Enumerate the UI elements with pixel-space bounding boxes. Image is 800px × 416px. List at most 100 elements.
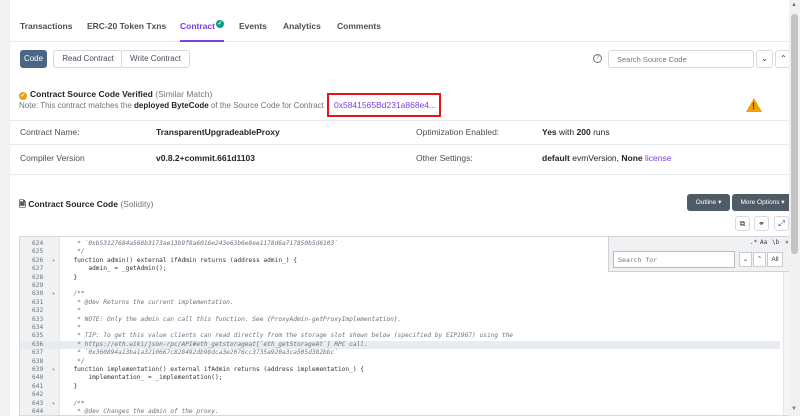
line-number: 627 <box>32 265 44 273</box>
compiler-value: v0.8.2+commit.661d1103 <box>156 153 255 163</box>
search-source-input[interactable] <box>608 50 754 68</box>
tab-events[interactable]: Events <box>239 12 267 42</box>
fold-toggle-icon[interactable]: ▾ <box>52 400 55 408</box>
contract-name-value: TransparentUpgradeableProxy <box>156 127 280 137</box>
license-link[interactable]: license <box>645 153 671 163</box>
code-text: /** <box>66 290 85 298</box>
code-line: 632 * <box>20 307 780 315</box>
find-panel: .* Aa \b × ⌄ ⌃ All <box>608 236 794 272</box>
code-line: 642 <box>20 391 780 399</box>
source-subtitle: (Solidity) <box>120 199 154 209</box>
line-number: 642 <box>32 391 44 399</box>
code-line: 633 * NOTE: Only the admin can call this… <box>20 316 780 324</box>
line-number: 624 <box>32 240 44 247</box>
divider <box>10 120 796 121</box>
more-options-label: More Options <box>740 199 780 206</box>
code-button[interactable]: Code <box>20 50 47 68</box>
line-number: 634 <box>32 324 44 331</box>
page-scrollbar[interactable]: ▲ ▼ <box>789 0 800 416</box>
fullscreen-icon[interactable]: ⤢ <box>774 216 789 231</box>
tab-comments[interactable]: Comments <box>337 12 381 42</box>
copy-icon[interactable]: ⧉ <box>735 216 750 231</box>
tab-contract[interactable]: Contract ✓ <box>180 12 224 42</box>
other-default: default <box>542 153 570 163</box>
line-number: 625 <box>32 248 44 256</box>
chevron-down-icon[interactable]: ⌄ <box>756 50 773 68</box>
warning-icon[interactable]: ! <box>746 98 762 112</box>
optimization-runs-word: runs <box>593 127 610 137</box>
code-text: * TIP: To get this value clients can rea… <box>66 332 514 340</box>
word-toggle[interactable]: \b <box>772 239 779 246</box>
code-line: 637 * `0x360894a13ba1a3210667c828492db98… <box>20 349 780 357</box>
more-options-button[interactable]: More Options ▾ <box>732 194 793 211</box>
tab-transactions[interactable]: Transactions <box>20 12 72 42</box>
scroll-thumb[interactable] <box>791 14 798 254</box>
find-input[interactable] <box>613 251 735 268</box>
contract-name-label: Contract Name: <box>20 127 80 137</box>
code-line: 638 */ <box>20 358 780 366</box>
fold-toggle-icon[interactable]: ▾ <box>52 290 55 298</box>
find-next-icon[interactable]: ⌄ <box>739 252 752 267</box>
line-number: 641 <box>32 382 44 390</box>
optimization-value: Yes with 200 runs <box>542 127 610 137</box>
code-line: 630 ▾ /** <box>20 290 780 298</box>
line-number: 626 <box>32 256 44 264</box>
outline-label: Outline <box>695 199 717 206</box>
line-number: 631 <box>32 298 44 306</box>
tab-contract-label: Contract <box>180 21 215 31</box>
regex-toggle[interactable]: .* <box>750 239 757 246</box>
code-text: * @dev Returns the current implementatio… <box>66 298 234 306</box>
source-code-heading: 🗎 Contract Source Code (Solidity) <box>19 199 153 213</box>
outline-button[interactable]: Outline ▾ <box>687 194 730 211</box>
other-evm: evmVersion, <box>572 153 620 163</box>
other-settings-label: Other Settings: <box>416 153 473 163</box>
code-line: 644 * @dev Changes the admin of the prox… <box>20 408 780 415</box>
fold-toggle-icon[interactable]: ▾ <box>52 257 55 265</box>
code-text: implementation_ = _implementation(); <box>66 374 223 382</box>
compiler-label: Compiler Version <box>20 153 85 163</box>
code-text: * https://eth.wiki/json-rpc/API#eth_gets… <box>66 340 368 348</box>
code-text: * `0x360894a13ba1a3210667c828492db98dca3… <box>66 349 338 357</box>
optimization-runs: 200 <box>576 127 591 137</box>
line-number: 643 <box>32 399 44 407</box>
code-line: 629 <box>20 282 780 290</box>
similar-contract-link[interactable]: 0x5841565Bd231a868e4... <box>327 93 441 117</box>
verified-note: Note: This contract matches the deployed… <box>19 101 324 110</box>
line-number: 636 <box>32 340 44 348</box>
line-number: 637 <box>32 349 44 357</box>
link-icon[interactable]: ⚭ <box>754 216 769 231</box>
divider <box>10 174 796 175</box>
code-line: 631 * @dev Returns the current implement… <box>20 299 780 307</box>
scroll-down-icon[interactable]: ▼ <box>791 406 797 412</box>
code-line: 636 * https://eth.wiki/json-rpc/API#eth_… <box>20 340 780 350</box>
source-title: Contract Source Code <box>28 199 118 209</box>
code-text: } <box>66 273 78 281</box>
scroll-up-icon[interactable]: ▲ <box>791 2 797 8</box>
find-prev-icon[interactable]: ⌃ <box>753 252 766 267</box>
code-text: * `0xb53127684a568b3173ae13b9f8a6016e243… <box>66 240 338 247</box>
write-contract-button[interactable]: Write Contract <box>121 50 190 68</box>
code-line: 639 ▾ function implementation() external … <box>20 366 780 374</box>
verified-check-icon: ✓ <box>215 20 224 28</box>
fold-toggle-icon[interactable]: ▾ <box>52 366 55 374</box>
optimization-with: with <box>559 127 575 137</box>
optimization-label: Optimization Enabled: <box>416 127 500 137</box>
read-contract-button[interactable]: Read Contract <box>53 50 123 68</box>
line-number: 638 <box>32 357 44 365</box>
line-number: 630 <box>32 290 44 298</box>
tab-analytics[interactable]: Analytics <box>283 12 321 42</box>
other-none: None <box>621 153 643 163</box>
help-icon[interactable]: ? <box>593 54 602 63</box>
divider <box>10 144 796 145</box>
line-number: 644 <box>32 408 44 415</box>
contract-card: Transactions ERC-20 Token Txns Contract ✓… <box>9 0 797 416</box>
case-toggle[interactable]: Aa <box>760 239 767 246</box>
code-text: * NOTE: Only the admin can call this fun… <box>66 315 402 323</box>
find-all-button[interactable]: All <box>767 252 783 267</box>
code-line: 641 } <box>20 383 780 391</box>
tab-erc20-token-txns[interactable]: ERC-20 Token Txns <box>87 12 166 42</box>
code-text: * @dev Changes the admin of the proxy. <box>66 408 219 415</box>
code-text: admin_ = _getAdmin(); <box>66 265 167 273</box>
code-text: /** <box>66 399 85 407</box>
verified-heading: ✓ Contract Source Code Verified (Similar … <box>19 89 212 100</box>
